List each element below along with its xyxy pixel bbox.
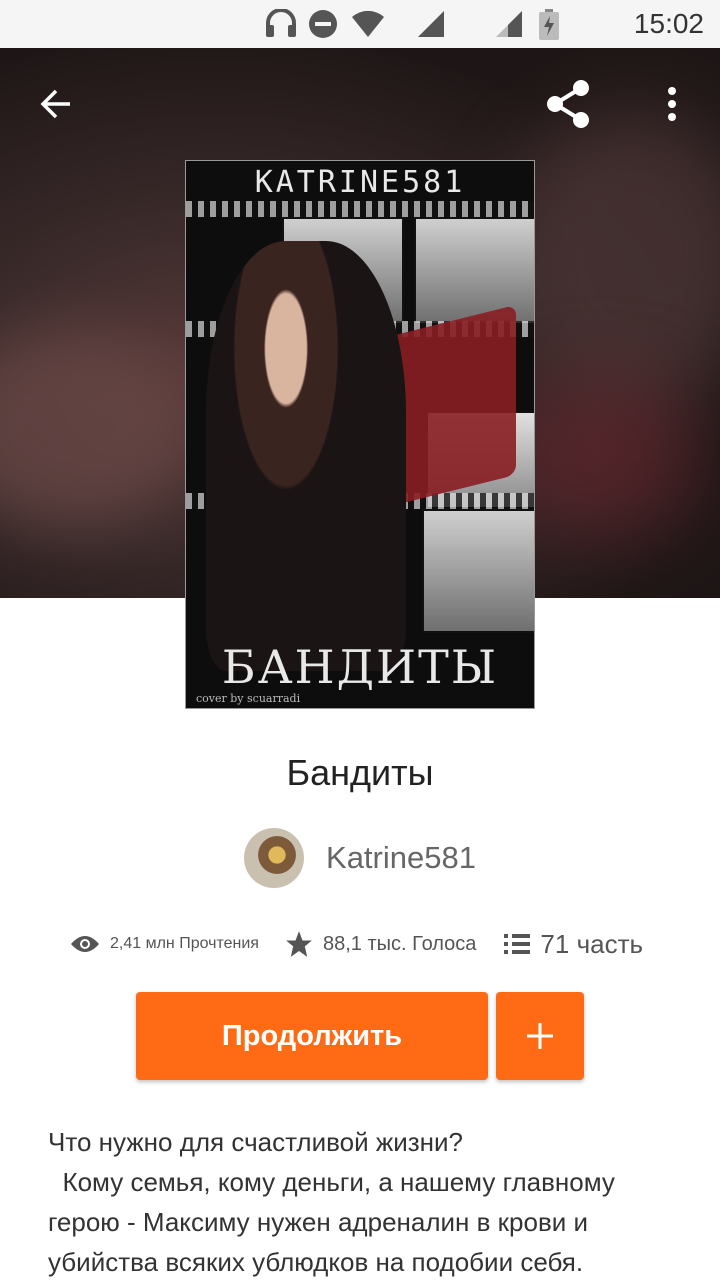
description-line: Что нужно для счастливой жизни? [48,1127,464,1157]
arrow-left-icon [40,89,70,119]
share-button[interactable] [540,76,596,132]
parts-stat[interactable]: 71 часть [504,929,643,960]
story-stats: 2,41 млн Прочтения 88,1 тыс. Голоса 71 ч… [70,924,643,964]
cover-author-text: KATRINE581 [254,165,466,200]
signal-icon [416,9,446,44]
cover-title-text: БАНДИТЫ [221,640,499,694]
votes-count: 88,1 тыс. Голоса [322,932,477,955]
signal-2-icon [494,9,524,44]
star-icon [286,931,312,957]
more-options-button[interactable] [644,76,700,132]
reads-count: 2,41 млн Прочтения [110,935,259,952]
add-to-library-button[interactable] [496,992,584,1080]
status-bar: 15:02 [0,0,720,48]
author-row[interactable]: Katrine581 [0,828,720,888]
story-title: Бандиты [286,752,434,793]
share-icon [547,80,589,128]
parts-count[interactable]: 71 часть [540,929,643,960]
wifi-icon [350,9,386,44]
plus-icon [527,1023,553,1049]
battery-icon [538,9,560,46]
back-button[interactable] [28,76,84,132]
headset-icon [264,8,298,44]
book-cover[interactable]: KATRINE581 БАНДИТЫ cover by scuarradi [185,160,535,709]
avatar[interactable] [244,828,305,888]
description-line: Кому семья, кому деньги, а нашему главно… [48,1167,623,1277]
votes-stat: 88,1 тыс. Голоса [285,930,476,958]
eye-icon [71,936,99,952]
author-name[interactable]: Katrine581 [326,840,476,876]
story-description: Что нужно для счастливой жизни? Кому сем… [48,1122,678,1282]
continue-reading-button[interactable]: Продолжить [136,992,488,1080]
do-not-disturb-icon [308,9,338,44]
more-vertical-icon [668,87,676,121]
cover-credit-text: cover by scuarradi [196,692,301,705]
reads-stat: 2,41 млн Прочтения [70,934,259,954]
list-icon [504,934,531,954]
clock: 15:02 [633,8,704,39]
